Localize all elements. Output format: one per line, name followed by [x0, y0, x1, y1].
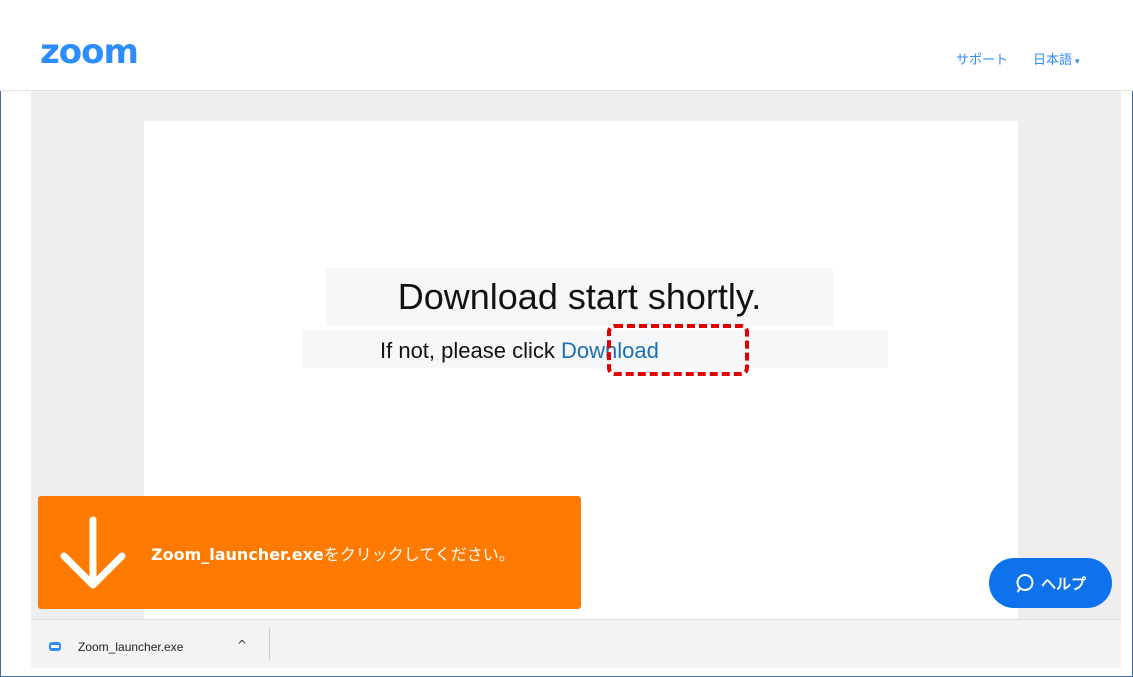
nav-support-link[interactable]: サポート [956, 49, 1008, 68]
subline-text: If not, please click [380, 338, 561, 363]
chat-bubble-icon [1016, 574, 1034, 593]
download-headline: Download start shortly. [397, 276, 762, 317]
toast-message: Zoom_launcher.exeをクリックしてください。 [151, 541, 515, 565]
download-filename: Zoom_launcher.exe [78, 640, 184, 654]
chevron-up-icon[interactable]: ^ [237, 638, 247, 652]
help-button[interactable]: ヘルプ [989, 558, 1112, 608]
language-selector[interactable]: 日本語 ▾ [1033, 49, 1080, 68]
help-label: ヘルプ [1040, 574, 1086, 593]
arrow-down-icon [60, 516, 126, 589]
browser-download-bar: Zoom_launcher.exe ^ [31, 619, 1121, 668]
zoom-file-icon [49, 642, 61, 651]
language-label: 日本語 [1033, 53, 1073, 68]
download-instruction-toast: Zoom_launcher.exeをクリックしてください。 [38, 496, 581, 609]
download-item[interactable]: Zoom_launcher.exe ^ [31, 620, 269, 668]
download-link-highlight [607, 324, 749, 376]
zoom-logo[interactable]: zoom [40, 32, 139, 72]
toast-instruction: をクリックしてください。 [323, 545, 515, 564]
caret-down-icon: ▾ [1075, 57, 1080, 67]
toast-filename: Zoom_launcher.exe [151, 545, 324, 564]
download-bar-divider [269, 628, 270, 660]
page-header: zoom サポート 日本語 ▾ [0, 0, 1133, 91]
